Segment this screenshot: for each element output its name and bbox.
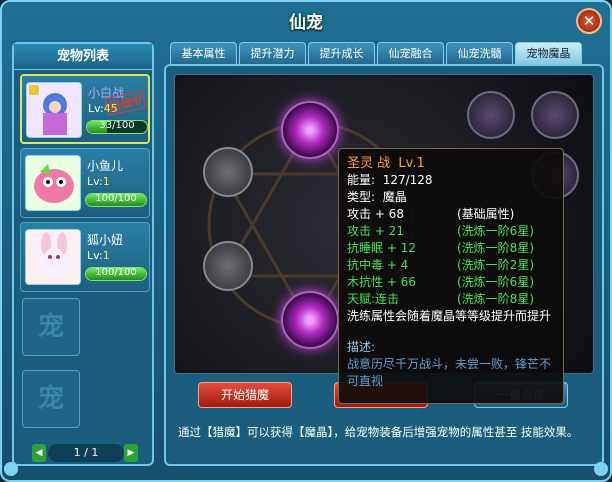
crystal-level: Lv.1 [398, 156, 425, 171]
base-stat-row: 攻击 + 68 (基础属性) [347, 206, 555, 223]
stat-name: 抗睡眠 + 12 [347, 241, 416, 255]
tab-fusion[interactable]: 仙宠融合 [377, 42, 444, 64]
stat-name: 攻击 + 21 [347, 224, 404, 238]
desc-text: 战意历尽千万战斗，未尝一败，锋芒不可直视 [347, 357, 552, 388]
level-value: 45 [103, 102, 118, 115]
tab-magic-crystal[interactable]: 宠物魔晶 [515, 42, 582, 64]
pet-level: Lv:1 [87, 175, 110, 188]
pet-name: 小鱼儿 [87, 159, 124, 173]
crystal-tooltip: 圣灵 战 Lv.1 能量: 127/128 类型: 魔晶 攻击 + 68 (基础属… [338, 148, 564, 404]
crystal-orb[interactable] [281, 291, 339, 349]
stat-note: (洗炼一阶6星) [457, 275, 534, 289]
level-label: Lv: [87, 175, 103, 188]
crystal-gem-icon[interactable] [531, 91, 579, 139]
pet-level: Lv:45 [88, 102, 118, 115]
level-value: 1 [102, 249, 110, 262]
stat-note: (洗炼一阶6星) [457, 224, 534, 238]
tab-refine[interactable]: 仙宠洗髓 [446, 42, 513, 64]
title-bar: 仙宠 ✕ [2, 2, 610, 40]
pet-window: 仙宠 ✕ 宠物列表 小白战 出战中 Lv:45 33/100 小鱼儿 Lv:1 … [0, 0, 612, 482]
pet-level: Lv:1 [87, 249, 110, 262]
pet-item[interactable]: 狐小妞 Lv:1 100/100 [20, 222, 150, 292]
tab-basic-attributes[interactable]: 基本属性 [170, 42, 237, 64]
close-icon[interactable]: ✕ [576, 8, 602, 34]
start-hunt-button[interactable]: 开始猎魔 [198, 382, 292, 408]
window-title: 仙宠 [289, 13, 323, 33]
tab-growth[interactable]: 提升成长 [308, 42, 375, 64]
crystal-name: 圣灵 战 [347, 156, 391, 171]
desc-label: 描述: [347, 340, 376, 354]
pet-list-panel: 宠物列表 小白战 出战中 Lv:45 33/100 小鱼儿 Lv:1 100/1… [12, 42, 154, 466]
frame-ornament-icon [594, 462, 608, 476]
pet-list-title: 宠物列表 [14, 44, 152, 70]
hp-bar: 100/100 [85, 193, 147, 207]
stat-note: (洗炼一阶2星) [457, 258, 534, 272]
hp-bar: 100/100 [85, 267, 147, 281]
upgrade-note: 洗练属性会随着魔晶等等级提升而提升 [347, 309, 552, 323]
stat-name: 木抗性 + 66 [347, 275, 416, 289]
tooltip-title: 圣灵 战 Lv.1 [347, 155, 555, 172]
energy-value: 127/128 [382, 173, 433, 187]
frame-ornament-icon [4, 462, 18, 476]
crystal-orb[interactable] [281, 101, 339, 159]
locked-slot-lock-icon[interactable] [203, 147, 253, 197]
hp-text: 100/100 [95, 267, 137, 278]
page-indicator: 1 / 1 [48, 444, 124, 462]
base-stat: 攻击 + 68 [347, 207, 404, 221]
level-label: Lv: [88, 102, 104, 115]
pet-item-selected[interactable]: 小白战 出战中 Lv:45 33/100 [20, 74, 150, 144]
tab-bar: 基本属性 提升潜力 提升成长 仙宠融合 仙宠洗髓 宠物魔晶 [170, 42, 606, 64]
type-row: 类型: 魔晶 [347, 189, 555, 206]
pet-name: 狐小妞 [87, 233, 124, 247]
empty-pet-slot[interactable]: 宠 [22, 370, 80, 428]
stat-row: 抗睡眠 + 12 (洗炼一阶8星) [347, 240, 555, 257]
energy-row: 能量: 127/128 [347, 172, 555, 189]
level-label: Lv: [87, 249, 103, 262]
stat-name: 天赋:连击 [347, 292, 400, 306]
hp-bar: 33/100 [86, 120, 148, 134]
stat-name: 抗中毒 + 4 [347, 258, 409, 272]
stat-row: 木抗性 + 66 (洗炼一阶6星) [347, 274, 555, 291]
stat-row: 抗中毒 + 4 (洗炼一阶2星) [347, 257, 555, 274]
hunt-notice: 通过【猎魔】可以获得【魔晶】，给宠物装备后增强宠物的属性甚至 技能效果。 [178, 425, 579, 439]
crystal-gem-icon[interactable] [467, 91, 515, 139]
pet-portrait [25, 155, 81, 211]
stat-row: 天赋:连击 (洗炼一阶8星) [347, 291, 555, 308]
pet-portrait [25, 229, 81, 285]
stat-note: (洗炼一阶8星) [457, 292, 534, 306]
base-stat-note: (基础属性) [457, 207, 515, 221]
stat-note: (洗炼一阶8星) [457, 241, 534, 255]
hp-text: 100/100 [95, 193, 137, 204]
energy-label: 能量: [347, 173, 376, 187]
type-label: 类型: [347, 190, 376, 204]
next-page-icon[interactable]: ▶ [124, 444, 138, 462]
lock-icon [29, 85, 39, 95]
pet-portrait [26, 82, 82, 138]
type-value: 魔晶 [382, 190, 407, 204]
level-value: 1 [102, 175, 110, 188]
pet-item[interactable]: 小鱼儿 Lv:1 100/100 [20, 148, 150, 218]
empty-pet-slot[interactable]: 宠 [22, 298, 80, 356]
prev-page-icon[interactable]: ◀ [32, 444, 46, 462]
locked-slot-lock-icon[interactable] [203, 241, 253, 291]
hp-text: 33/100 [99, 120, 135, 131]
tab-potential[interactable]: 提升潜力 [239, 42, 306, 64]
stat-row: 攻击 + 21 (洗炼一阶6星) [347, 223, 555, 240]
